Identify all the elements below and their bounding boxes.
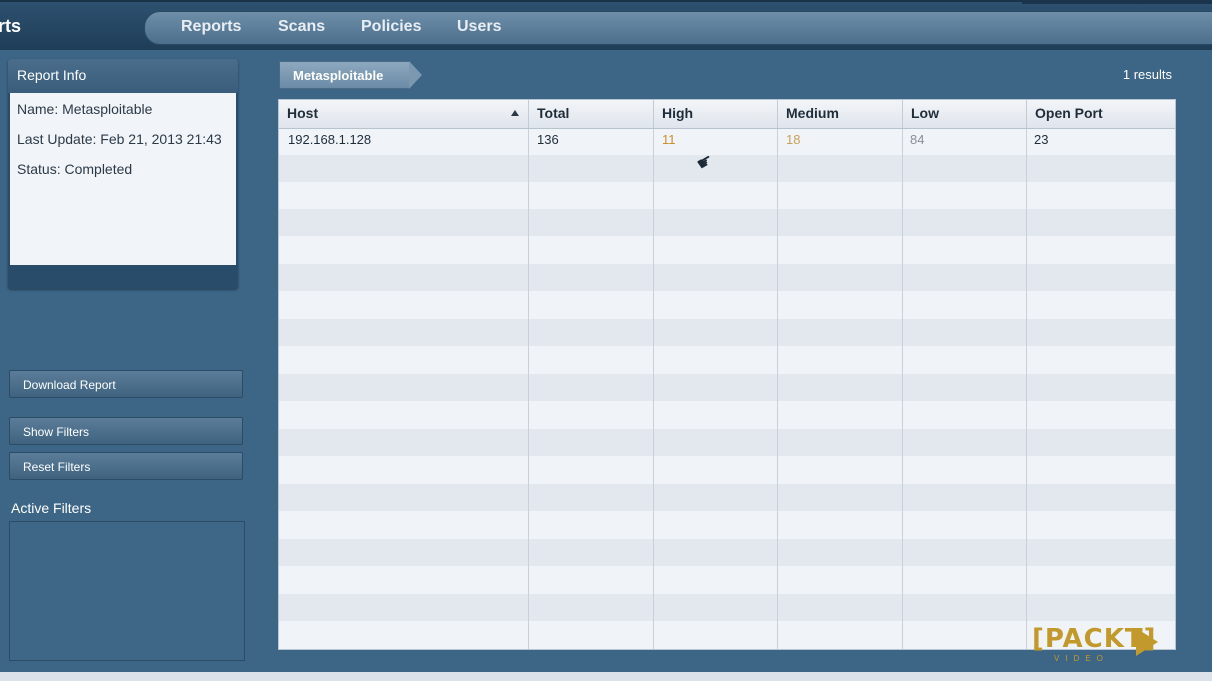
packt-logo-sub: VIDEO: [1054, 654, 1109, 663]
bottom-bar: [0, 672, 1212, 681]
nav-reports[interactable]: Reports: [181, 18, 241, 36]
main-nav: Reports Scans Policies Users: [144, 11, 1212, 45]
table-header: Host Total High Medium Low Open Port: [279, 100, 1175, 129]
table-row-stripe: [279, 319, 1175, 346]
report-info-header: Report Info: [8, 59, 238, 93]
column-divider: [653, 128, 654, 649]
breadcrumb-metasploitable[interactable]: Metasploitable: [279, 61, 409, 89]
report-last-update: Last Update: Feb 21, 2013 21:43: [17, 131, 222, 147]
column-divider: [1026, 128, 1027, 649]
sort-ascending-icon: [511, 110, 519, 116]
top-bar: rts Reports Scans Policies Users: [0, 0, 1212, 50]
results-count: 1 results: [1122, 67, 1172, 82]
cell-host[interactable]: 192.168.1.128: [288, 132, 371, 147]
column-header-open-port[interactable]: Open Port: [1027, 100, 1175, 128]
report-name: Name: Metasploitable: [17, 101, 153, 117]
table-row-stripe: [279, 484, 1175, 511]
report-info-panel: Report Info Name: Metasploitable Last Up…: [8, 59, 238, 289]
packt-logo: [PACKT] VIDEO: [1032, 624, 1162, 664]
table-row-stripe: [279, 209, 1175, 236]
table-row-stripe: [279, 594, 1175, 621]
breadcrumb-arrow-icon: [409, 61, 422, 89]
column-header-low[interactable]: Low: [903, 100, 1027, 128]
column-divider: [902, 128, 903, 649]
table-row-stripe: [279, 539, 1175, 566]
column-header-medium[interactable]: Medium: [778, 100, 903, 128]
table-row-stripe: [279, 374, 1175, 401]
column-divider: [528, 128, 529, 649]
column-header-total[interactable]: Total: [529, 100, 654, 128]
app-title: rts: [0, 16, 22, 36]
cell-open-port: 23: [1034, 132, 1049, 147]
report-status: Status: Completed: [17, 161, 133, 177]
report-info-body: Name: Metasploitable Last Update: Feb 21…: [10, 93, 236, 265]
cell-medium: 18: [786, 132, 801, 147]
cell-low: 84: [910, 132, 925, 147]
cell-total: 136: [537, 132, 559, 147]
play-icon: [1136, 628, 1158, 656]
column-header-host[interactable]: Host: [279, 100, 529, 128]
download-report-button[interactable]: Download Report: [9, 370, 243, 398]
table-row-stripe: [279, 429, 1175, 456]
table-row-stripe: [279, 155, 1175, 182]
reset-filters-button[interactable]: Reset Filters: [9, 452, 243, 480]
nav-policies[interactable]: Policies: [361, 18, 421, 36]
topbar-edge: [1022, 0, 1212, 4]
results-table: Host Total High Medium Low Open Port 192…: [278, 99, 1176, 650]
active-filters-box: [9, 521, 245, 661]
cell-high: 11: [662, 132, 676, 147]
column-divider: [777, 128, 778, 649]
table-row-stripe: [279, 264, 1175, 291]
nav-users[interactable]: Users: [457, 18, 501, 36]
active-filters-label: Active Filters: [11, 500, 92, 516]
column-header-host-label: Host: [287, 105, 319, 121]
show-filters-button[interactable]: Show Filters: [9, 417, 243, 445]
column-header-high[interactable]: High: [654, 100, 778, 128]
nav-scans[interactable]: Scans: [278, 18, 325, 36]
